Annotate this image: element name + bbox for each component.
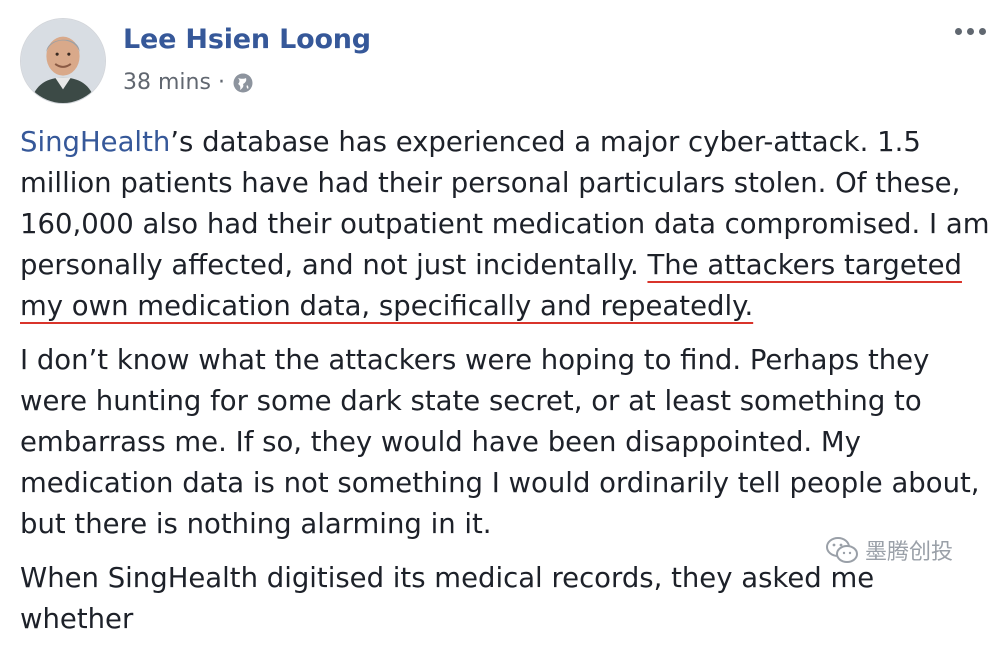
more-dot bbox=[979, 28, 986, 35]
singhealth-page-tag[interactable]: SingHealth bbox=[20, 126, 170, 158]
paragraph-2: I don’t know what the attackers were hop… bbox=[20, 344, 980, 540]
globe-icon[interactable] bbox=[232, 72, 254, 94]
paragraph-3: When SingHealth digitised its medical re… bbox=[20, 562, 875, 635]
more-dot bbox=[967, 28, 974, 35]
paragraph-1: SingHealth’s database has experienced a … bbox=[20, 122, 990, 327]
author-avatar[interactable] bbox=[20, 18, 106, 104]
post-body: SingHealth’s database has experienced a … bbox=[20, 122, 990, 653]
post-meta: 38 mins · bbox=[123, 70, 254, 95]
watermark-text: 墨腾创投 bbox=[865, 540, 954, 565]
wechat-icon bbox=[826, 537, 858, 563]
facebook-post: Lee Hsien Loong 38 mins · SingHealth’s d… bbox=[0, 0, 1000, 635]
author-name[interactable]: Lee Hsien Loong bbox=[123, 24, 371, 55]
more-options-icon[interactable] bbox=[955, 28, 986, 35]
avatar-portrait bbox=[21, 19, 105, 103]
post-timestamp[interactable]: 38 mins bbox=[123, 70, 211, 95]
meta-separator: · bbox=[217, 70, 225, 95]
watermark: 墨腾创投 bbox=[825, 534, 953, 566]
more-dot bbox=[955, 28, 962, 35]
